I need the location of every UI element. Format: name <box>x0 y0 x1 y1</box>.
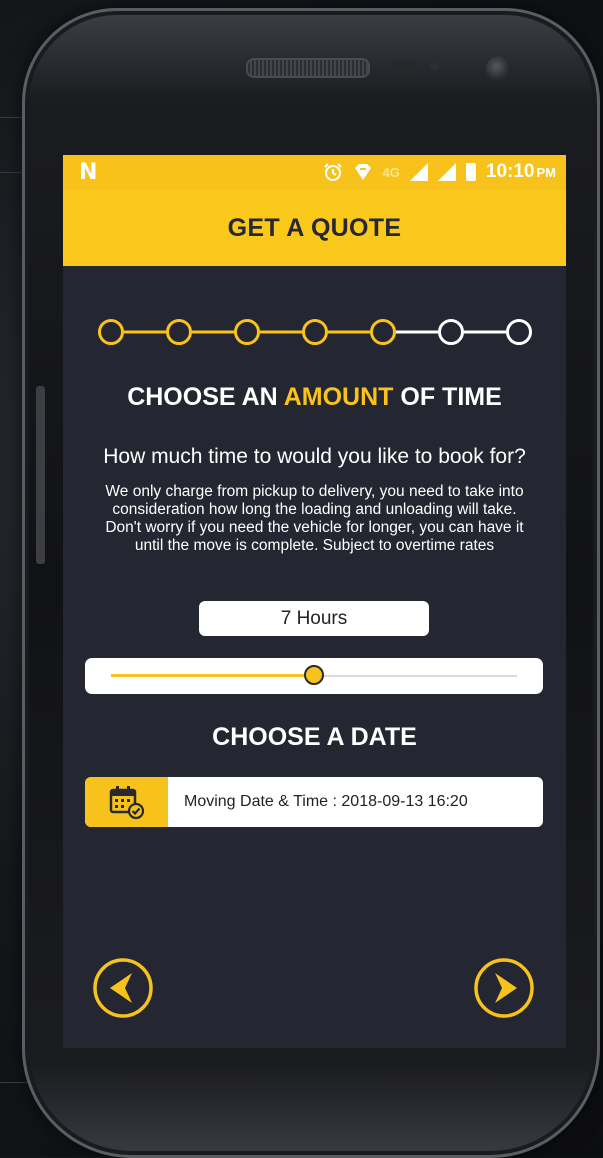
calendar-check-icon <box>109 786 144 820</box>
back-button[interactable] <box>92 957 154 1019</box>
notification-icon: N <box>79 160 98 185</box>
page-title: GET A QUOTE <box>227 213 402 242</box>
next-button[interactable] <box>473 957 535 1019</box>
calendar-button[interactable] <box>85 777 168 827</box>
battery-icon <box>465 163 476 181</box>
stepper-graphic <box>98 319 532 345</box>
stepper-step <box>506 319 532 345</box>
phone-speaker <box>246 58 370 78</box>
signal-icon <box>409 163 428 181</box>
status-bar: N 4G 10:10 PM <box>63 155 566 190</box>
stepper-step <box>370 319 396 345</box>
phone-sensor <box>429 61 439 71</box>
moving-date-text: Moving Date & Time : 2018-09-13 16:20 <box>184 793 468 810</box>
stepper-step <box>438 319 464 345</box>
slider-fill <box>111 674 314 677</box>
stepper-step <box>98 319 124 345</box>
time-description: We only charge from pickup to delivery, … <box>105 483 524 554</box>
status-icons: 4G 10:10 PM <box>323 161 556 183</box>
signal-icon <box>437 163 456 181</box>
stepper-step <box>302 319 328 345</box>
phone-side-button <box>36 386 45 564</box>
phone-camera <box>486 56 512 82</box>
app-bar: GET A QUOTE <box>63 190 566 266</box>
date-section-heading: CHOOSE A DATE <box>212 723 417 751</box>
background-divider <box>0 1082 30 1083</box>
stepper-step <box>234 319 260 345</box>
moving-date-picker[interactable]: Moving Date & Time : 2018-09-13 16:20 <box>85 777 543 827</box>
phone-sensor <box>392 60 418 72</box>
time-question: How much time to would you like to book … <box>103 445 526 468</box>
status-time: 10:10 <box>485 161 535 182</box>
slider-thumb[interactable] <box>304 665 324 685</box>
heading-suffix: OF TIME <box>400 383 502 411</box>
heading-prefix: CHOOSE AN <box>127 383 278 411</box>
time-section-heading: CHOOSE AN AMOUNT OF TIME <box>63 383 566 412</box>
network-type-label: 4G <box>382 164 400 180</box>
alarm-icon <box>323 163 342 181</box>
data-saver-icon <box>354 164 371 180</box>
stepper-step <box>166 319 192 345</box>
chevron-right-icon <box>474 958 534 1018</box>
hours-slider[interactable] <box>85 658 543 694</box>
progress-stepper <box>96 315 536 349</box>
app-screen: N 4G 10:10 PM GET A QUOTE CHOOSE AN AMOU… <box>63 155 566 1048</box>
status-ampm: PM <box>536 165 557 180</box>
heading-accent: AMOUNT <box>283 383 394 411</box>
hours-value-display: 7 Hours <box>199 601 429 636</box>
chevron-left-icon <box>93 958 153 1018</box>
